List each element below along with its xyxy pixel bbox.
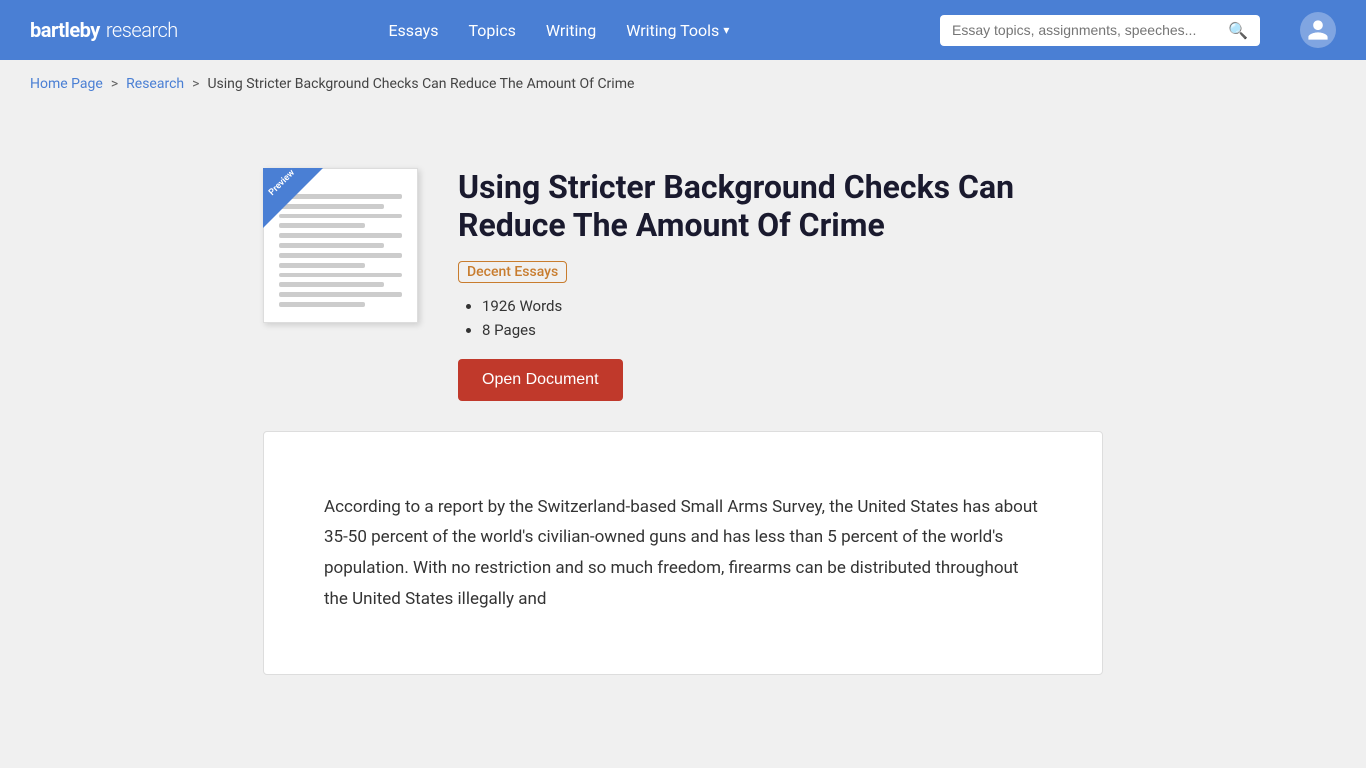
search-icon[interactable]: 🔍: [1228, 21, 1248, 40]
nav-writing[interactable]: Writing: [546, 21, 596, 40]
preview-line-11: [279, 292, 402, 297]
breadcrumb-separator-1: >: [111, 76, 118, 92]
nav-writing-tools[interactable]: Writing Tools ▾: [626, 21, 729, 40]
breadcrumb-current: Using Stricter Background Checks Can Red…: [207, 76, 634, 92]
essay-title: Using Stricter Background Checks Can Red…: [458, 168, 1103, 245]
preview-line-6: [279, 243, 384, 248]
essay-info: Using Stricter Background Checks Can Red…: [458, 168, 1103, 401]
logo-bartleby: bartleby: [30, 18, 100, 42]
essay-header: Preview Using Stricter Background Checks…: [263, 168, 1103, 401]
chevron-down-icon: ▾: [723, 23, 729, 37]
main-content: Preview Using Stricter Background Checks…: [233, 168, 1133, 675]
preview-line-12: [279, 302, 365, 307]
preview-line-8: [279, 263, 365, 268]
preview-thumbnail: Preview: [263, 168, 418, 323]
open-document-button[interactable]: Open Document: [458, 359, 623, 401]
preview-line-3: [279, 214, 402, 219]
breadcrumb: Home Page > Research > Using Stricter Ba…: [0, 60, 1366, 108]
main-nav: Essays Topics Writing Writing Tools ▾: [218, 21, 900, 40]
logo-research: research: [106, 18, 178, 42]
nav-writing-tools-label: Writing Tools: [626, 21, 719, 40]
search-input[interactable]: [952, 22, 1220, 38]
essay-words: 1926 Words: [482, 297, 1103, 315]
preview-line-7: [279, 253, 402, 258]
preview-line-9: [279, 273, 402, 278]
quality-badge: Decent Essays: [458, 261, 567, 283]
essay-content-text: According to a report by the Switzerland…: [324, 492, 1042, 614]
preview-line-2: [279, 204, 384, 209]
preview-line-5: [279, 233, 402, 238]
preview-line-4: [279, 223, 365, 228]
search-bar[interactable]: 🔍: [940, 15, 1260, 46]
preview-line-1: [279, 194, 402, 199]
user-icon: [1306, 18, 1330, 42]
essay-content-box: According to a report by the Switzerland…: [263, 431, 1103, 675]
breadcrumb-separator-2: >: [192, 76, 199, 92]
nav-essays[interactable]: Essays: [388, 21, 438, 40]
logo[interactable]: bartleby research: [30, 18, 178, 42]
breadcrumb-home[interactable]: Home Page: [30, 76, 103, 92]
essay-meta: 1926 Words 8 Pages: [458, 297, 1103, 339]
nav-topics[interactable]: Topics: [468, 21, 515, 40]
essay-pages: 8 Pages: [482, 321, 1103, 339]
preview-line-10: [279, 282, 384, 287]
user-avatar[interactable]: [1300, 12, 1336, 48]
breadcrumb-research[interactable]: Research: [126, 76, 184, 92]
header: bartleby research Essays Topics Writing …: [0, 0, 1366, 60]
